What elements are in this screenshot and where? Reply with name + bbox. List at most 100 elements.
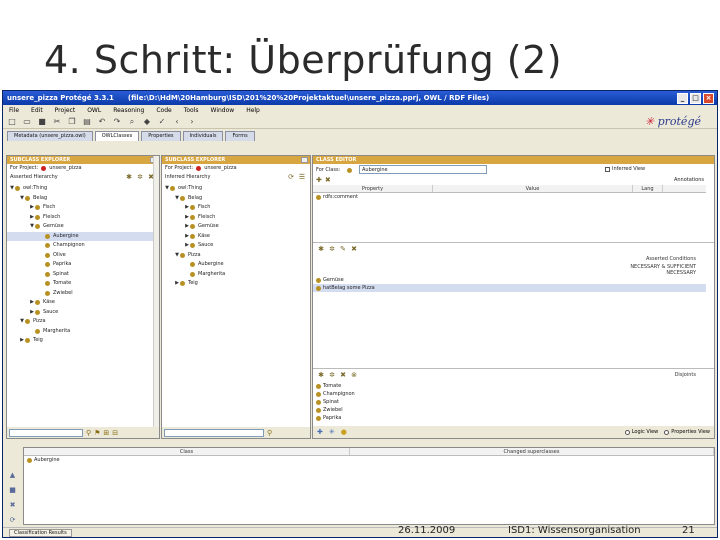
delete-condition-icon[interactable]: ✖	[350, 245, 358, 253]
cut-icon[interactable]: ✂	[52, 117, 62, 127]
find-next-icon[interactable]: ⚑	[94, 429, 100, 437]
stop-icon[interactable]: ■	[8, 486, 17, 495]
maximize-button[interactable]: □	[690, 92, 701, 104]
new-file-icon[interactable]: □	[7, 117, 17, 127]
class-name-field[interactable]: Aubergine	[359, 165, 487, 174]
tree-node[interactable]: Margherita	[7, 327, 159, 337]
close-button[interactable]: ×	[703, 92, 714, 104]
undo-icon[interactable]: ↶	[97, 117, 107, 127]
disjoint-row[interactable]: Champignon	[313, 390, 706, 398]
up-arrow-icon[interactable]: ▲	[8, 471, 17, 480]
tree-node[interactable]: ▶ Käse	[7, 298, 159, 308]
tree-node[interactable]: ▶ Sauce	[162, 241, 310, 251]
menu-help[interactable]: Help	[246, 107, 260, 114]
properties-view-option[interactable]: Properties View	[664, 429, 714, 435]
window-titlebar[interactable]: unsere_pizza Protégé 3.3.1 (file:\D:\HdM…	[3, 91, 717, 105]
create-sibling-icon[interactable]: ✲	[136, 173, 144, 181]
reasoner-icon[interactable]: ✳	[329, 428, 335, 436]
logic-view-option[interactable]: Logic View	[624, 429, 658, 435]
tab-owlclasses[interactable]: OWLClasses	[94, 131, 140, 141]
menu-code[interactable]: Code	[156, 107, 171, 114]
menu-reasoning[interactable]: Reasoning	[113, 107, 144, 114]
remove-disjoint-icon[interactable]: ✖	[339, 371, 347, 379]
explain-icon[interactable]: ●	[341, 428, 347, 436]
tree-node[interactable]: ▶ Käse	[162, 232, 310, 242]
menu-owl[interactable]: OWL	[87, 107, 101, 114]
tree-node[interactable]: ▶ Fisch	[162, 203, 310, 213]
radio-button[interactable]	[664, 429, 670, 435]
tree-node[interactable]: ▶ Teig	[7, 336, 159, 346]
forward-icon[interactable]: ›	[187, 117, 197, 127]
delete-annotation-icon[interactable]: ✖	[325, 176, 331, 185]
tree-node[interactable]: Champignon	[7, 241, 159, 251]
inferred-view-checkbox[interactable]: Inferred View	[605, 166, 645, 173]
tree-node[interactable]: ▶ Teig	[162, 279, 310, 289]
result-row[interactable]: Aubergine	[24, 456, 714, 464]
tree-node[interactable]: Aubergine	[162, 260, 310, 270]
checkbox-box[interactable]	[605, 167, 610, 172]
tree-node[interactable]: ▶ Fleisch	[7, 213, 159, 223]
tab-individuals[interactable]: Individuals	[182, 131, 224, 141]
menu-tools[interactable]: Tools	[184, 107, 199, 114]
search-icon[interactable]: ⚲	[267, 429, 272, 437]
delete-icon[interactable]: ✖	[8, 501, 17, 510]
add-siblings-disjoint-icon[interactable]: ✲	[328, 371, 336, 379]
search-input[interactable]	[164, 428, 264, 437]
tree-node[interactable]: ▼ owl:Thing	[7, 184, 159, 194]
edit-condition-icon[interactable]: ✎	[339, 245, 347, 253]
tree-node[interactable]: Margherita	[162, 270, 310, 280]
tab-forms[interactable]: Forms	[225, 131, 255, 141]
search-icon[interactable]: ⚲	[86, 429, 91, 437]
create-subclass-icon[interactable]: ✱	[125, 173, 133, 181]
classify-icon[interactable]: ◆	[142, 117, 152, 127]
disjoint-row[interactable]: Tomate	[313, 382, 706, 390]
tree-node[interactable]: Tomate	[7, 279, 159, 289]
tree-node[interactable]: Paprika	[7, 260, 159, 270]
sync-icon[interactable]: ⟳	[287, 173, 295, 181]
add-annotation-icon[interactable]: ✚	[316, 176, 322, 185]
search-input[interactable]	[9, 428, 83, 437]
menu-window[interactable]: Window	[211, 107, 235, 114]
tree-node[interactable]: Olive	[7, 251, 159, 261]
create-restriction-icon[interactable]: ✱	[317, 245, 325, 253]
tree-node[interactable]: Spinat	[7, 270, 159, 280]
remove-all-disjoint-icon[interactable]: ⊗	[350, 371, 358, 379]
condition-row[interactable]: hatBelag some Pizza	[313, 284, 706, 292]
radio-button[interactable]	[624, 429, 630, 435]
tree-node[interactable]: Aubergine	[7, 231, 159, 241]
condition-row[interactable]: Gemüse	[313, 276, 706, 284]
find-icon[interactable]: ⌕	[127, 117, 137, 127]
check-consistency-icon[interactable]: ✓	[157, 117, 167, 127]
add-icon[interactable]: ✚	[317, 428, 323, 436]
menu-edit[interactable]: Edit	[31, 107, 43, 114]
tree-node[interactable]: ▼ Pizza	[7, 317, 159, 327]
tab-metadata[interactable]: Metadata (unsere_pizza.owl)	[7, 131, 93, 141]
copy-icon[interactable]: ❐	[67, 117, 77, 127]
disjoint-row[interactable]: Spinat	[313, 398, 706, 406]
tree-node[interactable]: Zwiebel	[7, 289, 159, 299]
add-disjoint-icon[interactable]: ✱	[317, 371, 325, 379]
tree-node[interactable]: ▼ Belag	[7, 194, 159, 204]
tree-node[interactable]: ▶ Fleisch	[162, 213, 310, 223]
tree-node[interactable]: ▶ Fisch	[7, 203, 159, 213]
panel-close-button[interactable]	[301, 157, 308, 163]
list-icon[interactable]: ☰	[298, 173, 306, 181]
menu-file[interactable]: File	[9, 107, 19, 114]
expand-icon[interactable]: ⊞	[103, 429, 109, 437]
minimize-button[interactable]: _	[677, 92, 688, 104]
add-named-class-icon[interactable]: ✲	[328, 245, 336, 253]
tree-node[interactable]: ▶ Sauce	[7, 308, 159, 318]
tree-node[interactable]: ▼ owl:Thing	[162, 184, 310, 194]
disjoint-row[interactable]: Paprika	[313, 414, 706, 422]
redo-icon[interactable]: ↷	[112, 117, 122, 127]
tab-properties[interactable]: Properties	[141, 131, 181, 141]
tree-node[interactable]: ▼ Gemüse	[7, 222, 159, 232]
menu-project[interactable]: Project	[55, 107, 76, 114]
collapse-icon[interactable]: ⊟	[112, 429, 118, 437]
save-icon[interactable]: ■	[37, 117, 47, 127]
annotation-row[interactable]: rdfs:comment	[313, 193, 714, 201]
paste-icon[interactable]: ▤	[82, 117, 92, 127]
scrollbar[interactable]	[153, 156, 159, 438]
tree-node[interactable]: ▶ Gemüse	[162, 222, 310, 232]
tree-node[interactable]: ▼ Pizza	[162, 251, 310, 261]
